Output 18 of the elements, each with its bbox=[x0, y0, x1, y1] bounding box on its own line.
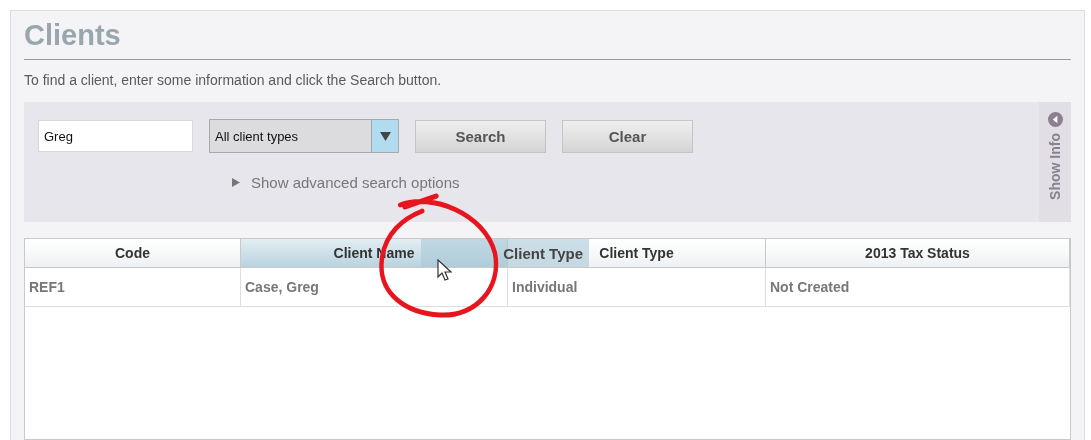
instructions-text: To find a client, enter some information and click the Search button. bbox=[24, 72, 443, 88]
column-header[interactable]: 2013 Tax Status bbox=[865, 245, 970, 261]
table-cell: Not Created bbox=[766, 268, 1070, 306]
caret-icon bbox=[379, 131, 391, 141]
page-title: Clients bbox=[24, 19, 1071, 60]
table-cell: Individual bbox=[508, 268, 766, 306]
table-cell: REF1 bbox=[25, 268, 241, 306]
advanced-options-toggle[interactable]: Show advanced search options bbox=[232, 174, 460, 191]
cursor-icon bbox=[437, 259, 452, 281]
caret-icon bbox=[232, 178, 240, 187]
client-type-dropdown[interactable]: All client types bbox=[209, 119, 399, 153]
column-header[interactable]: Code bbox=[115, 245, 150, 261]
clear-button[interactable]: Clear bbox=[562, 119, 693, 153]
column-header[interactable]: Client Type bbox=[599, 245, 674, 261]
search-field[interactable]: Greg bbox=[38, 120, 193, 152]
dragged-column-header: Client Type bbox=[421, 239, 589, 267]
table-row[interactable]: REF1 Case, Greg Individual Not Created bbox=[25, 268, 1070, 307]
search-button[interactable]: Search bbox=[415, 119, 546, 153]
